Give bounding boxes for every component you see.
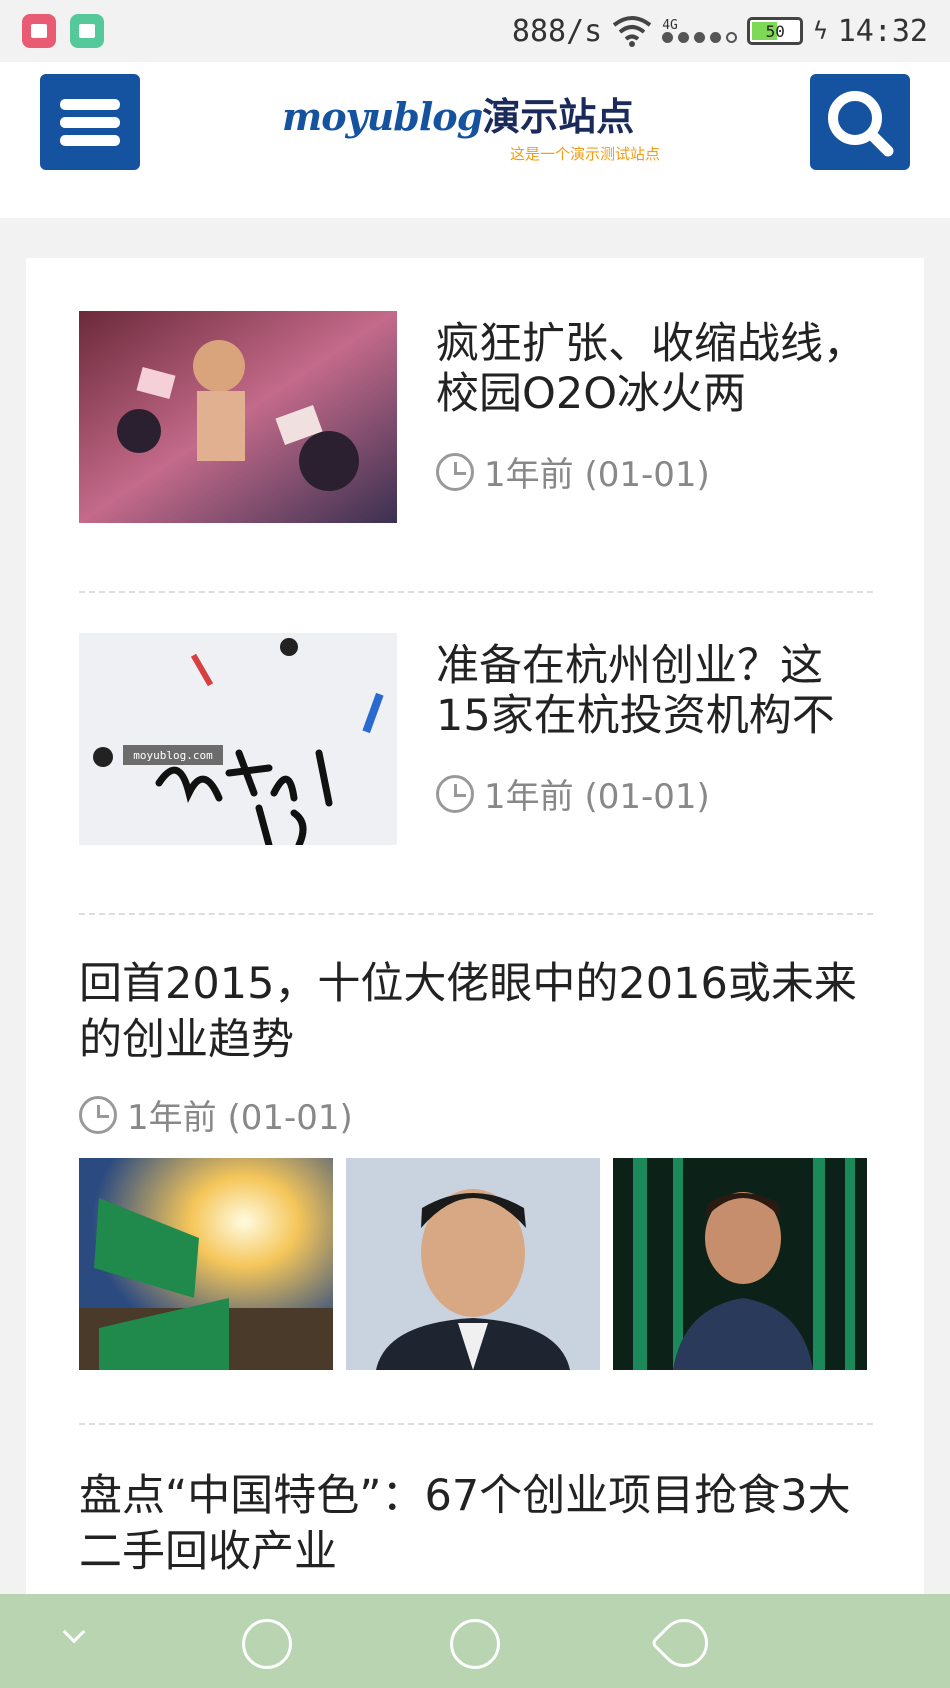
notification-app-icon: [70, 14, 104, 48]
notification-app-icon: [22, 14, 56, 48]
post-thumbnail[interactable]: moyublog.com: [79, 633, 397, 845]
back-button[interactable]: [650, 1609, 718, 1677]
home-button[interactable]: [450, 1619, 500, 1669]
status-bar: 888/s 4G 50 ϟ 14:32: [0, 0, 950, 62]
post-title[interactable]: 疯狂扩张、收缩战线，校园O2O冰火两: [436, 319, 876, 419]
clock-icon: [436, 774, 474, 813]
post-item[interactable]: moyublog.com 准备在杭州创业？这15家在杭投资机构不 1年前 (01…: [79, 633, 873, 845]
post-title[interactable]: 准备在杭州创业？这15家在杭投资机构不: [436, 641, 876, 741]
post-time: 1年前 (01-01): [79, 1090, 353, 1139]
wifi-icon: [613, 16, 652, 47]
site-tagline: 这是一个演示测试站点: [510, 145, 661, 163]
divider: [79, 913, 873, 915]
clock-icon: [79, 1095, 117, 1134]
collapse-nav-button[interactable]: [62, 1620, 86, 1644]
post-gallery-image[interactable]: [346, 1158, 600, 1370]
divider: [79, 1423, 873, 1425]
site-header: moyublog 演示站点 这是一个演示测试站点: [0, 62, 950, 218]
post-title[interactable]: 盘点“中国特色”：67个创业项目抢食3大二手回收产业: [79, 1468, 873, 1580]
clock-time: 14:32: [837, 13, 928, 49]
svg-text:moyublog.com: moyublog.com: [133, 749, 213, 762]
post-time: 1年前 (01-01): [436, 447, 710, 496]
post-gallery-image[interactable]: [79, 1158, 333, 1370]
charging-icon: ϟ: [813, 17, 828, 45]
network-type: 4G: [662, 18, 678, 33]
post-gallery-image[interactable]: [613, 1158, 867, 1370]
battery-icon: 50: [747, 17, 804, 45]
menu-button[interactable]: [40, 74, 140, 170]
logo-text-en: moyublog: [282, 94, 483, 139]
site-logo[interactable]: moyublog 演示站点 这是一个演示测试站点: [282, 86, 672, 164]
post-list: 疯狂扩张、收缩战线，校园O2O冰火两 1年前 (01-01) moyublog.…: [26, 258, 924, 1598]
network-speed: 888/s: [511, 13, 603, 49]
post-time: 1年前 (01-01): [436, 769, 710, 818]
divider: [79, 591, 873, 593]
search-icon: [828, 91, 894, 157]
signal-icon: [662, 32, 738, 43]
system-nav-bar: [0, 1594, 950, 1688]
post-title[interactable]: 回首2015，十位大佬眼中的2016或未来的创业趋势: [79, 956, 873, 1068]
logo-text-cn: 演示站点: [482, 95, 635, 139]
search-button[interactable]: [810, 74, 910, 170]
post-thumbnail[interactable]: [79, 311, 397, 523]
recent-apps-button[interactable]: [242, 1619, 292, 1669]
post-item[interactable]: 疯狂扩张、收缩战线，校园O2O冰火两 1年前 (01-01): [79, 311, 873, 523]
clock-icon: [436, 452, 474, 491]
